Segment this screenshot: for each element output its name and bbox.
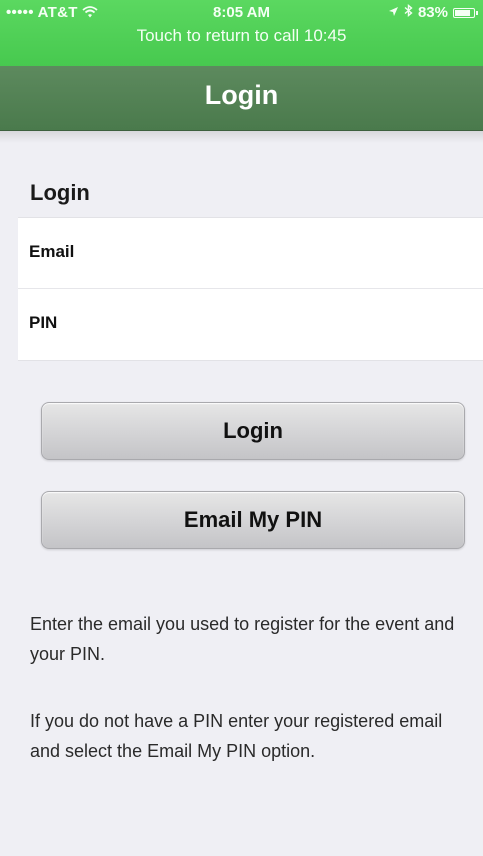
navigation-bar: Login [0,66,483,131]
status-indicators: 83% [388,4,478,21]
email-row[interactable]: Email [18,218,483,289]
battery-level-fill [455,9,470,16]
nav-title: Login [204,80,279,110]
call-duration: 10:45 [303,26,347,45]
status-bar: ••••• AT&T 8:05 AM 83% [0,4,483,22]
return-to-call-link[interactable]: Touch to return to call 10:45 [0,26,483,46]
pin-field[interactable] [118,301,472,347]
help-text-credentials: Enter the email you used to register for… [30,614,455,664]
help-text-no-pin: If you do not have a PIN enter your regi… [30,711,443,761]
login-button[interactable]: Login [41,402,465,460]
return-to-call-text: Touch to return to call [136,26,300,45]
pin-label: PIN [29,313,58,332]
bluetooth-icon [404,4,413,21]
location-arrow-icon [388,4,399,21]
pin-row[interactable]: PIN [18,289,483,359]
email-label: Email [29,242,75,261]
battery-percent: 83% [417,4,448,21]
nav-shadow [0,131,483,143]
email-field[interactable] [118,230,472,276]
call-status-banner[interactable]: ••••• AT&T 8:05 AM 83% Touch to return t… [0,0,483,66]
section-title: Login [30,180,90,205]
battery-icon [453,7,478,18]
login-form: Email PIN [18,217,483,361]
email-my-pin-button[interactable]: Email My PIN [41,491,465,549]
